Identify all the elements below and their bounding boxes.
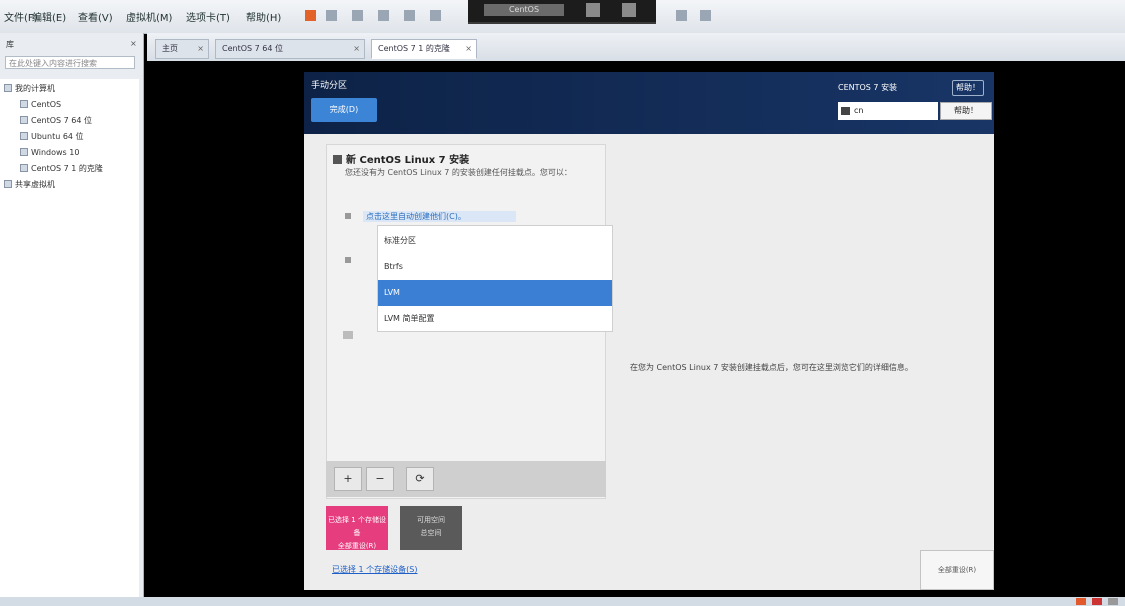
tree-item-vm[interactable]: CentOS <box>20 99 61 111</box>
tree-item-vm[interactable]: CentOS 7 64 位 <box>20 115 92 127</box>
reset-all-button[interactable]: 全部重设(R) <box>920 550 994 590</box>
partition-scheme-dropdown[interactable]: 标准分区 Btrfs LVM LVM 简单配置 <box>377 225 613 332</box>
remove-mount-point-button[interactable]: − <box>366 467 394 491</box>
keyboard-layout-field[interactable]: cn <box>838 102 938 120</box>
add-mount-point-button[interactable]: + <box>334 467 362 491</box>
vm-icon <box>20 132 28 140</box>
vm-icon <box>20 164 28 172</box>
library-search-input[interactable]: 在此处键入内容进行搜索 <box>5 56 135 69</box>
menu-vm[interactable]: 虚拟机(M) <box>126 9 172 24</box>
menu-help[interactable]: 帮助(H) <box>246 9 281 24</box>
mount-point-toolbar: + − ⟳ <box>326 461 606 497</box>
stretch-icon[interactable] <box>700 10 711 21</box>
section-title[interactable]: 新 CentOS Linux 7 安装 <box>333 151 469 166</box>
tree-item-vm[interactable]: CentOS 7 1 的克隆 <box>20 163 103 175</box>
tree-item-shared[interactable]: 共享虚拟机 <box>4 179 55 191</box>
pause-icon[interactable] <box>305 10 316 21</box>
unity-icon[interactable] <box>430 10 441 21</box>
bullet-icon <box>345 257 351 263</box>
close-icon[interactable]: × <box>465 40 472 58</box>
minimize-icon[interactable] <box>586 3 600 17</box>
fullscreen-toolbar: CentOS <box>468 0 656 24</box>
computer-icon <box>4 84 12 92</box>
page-title: 手动分区 <box>311 81 348 91</box>
restore-icon[interactable] <box>622 3 636 17</box>
snapshot-icon[interactable] <box>352 10 363 21</box>
help-button-secondary[interactable]: 帮助！ <box>940 102 992 120</box>
close-icon[interactable]: × <box>130 39 137 48</box>
tree-item-my-computer[interactable]: 我的计算机 <box>4 83 55 95</box>
installer-window: 手动分区 完成(D) CENTOS 7 安装 帮助！ cn 帮助！ 新 Cent… <box>304 72 994 590</box>
installer-header: 手动分区 完成(D) CENTOS 7 安装 帮助！ cn 帮助！ <box>304 72 994 134</box>
close-icon[interactable]: × <box>197 40 204 58</box>
selected-storage-link[interactable]: 已选择 1 个存储设备(S) <box>332 564 418 575</box>
keyboard-icon <box>841 107 850 115</box>
network-status-icon[interactable] <box>1076 598 1086 605</box>
section-description: 您还没有为 CentOS Linux 7 的安装创建任何挂载点。您可以： <box>345 168 572 177</box>
tree-item-vm[interactable]: Ubuntu 64 位 <box>20 131 84 143</box>
mount-points-panel: 新 CentOS Linux 7 安装 您还没有为 CentOS Linux 7… <box>326 144 613 499</box>
console-view-icon[interactable] <box>676 10 687 21</box>
refresh-button[interactable]: ⟳ <box>406 467 434 491</box>
tab-home[interactable]: 主页 × <box>155 39 209 59</box>
mount-point-info-text: 在您为 CentOS Linux 7 安装创建挂载点后，您可在这里浏览它们的详细… <box>630 363 913 372</box>
vm-icon <box>20 116 28 124</box>
tab-strip: 主页 × CentOS 7 64 位 × CentOS 7 1 的克隆 × <box>147 33 1125 61</box>
status-bar <box>0 597 1125 606</box>
total-space-indicator: 可用空间 总空间 <box>400 506 462 550</box>
sound-status-icon[interactable] <box>1108 598 1118 605</box>
vm-icon <box>20 100 28 108</box>
vm-power-icon[interactable] <box>326 10 337 21</box>
menu-view[interactable]: 查看(V) <box>78 9 113 24</box>
bullet-icon <box>345 213 351 219</box>
tab-vm[interactable]: CentOS 7 64 位 × <box>215 39 365 59</box>
close-icon[interactable]: × <box>353 40 360 58</box>
encrypt-checkbox[interactable] <box>343 331 353 339</box>
help-button[interactable]: 帮助！ <box>952 80 984 96</box>
usb-status-icon[interactable] <box>1092 598 1102 605</box>
tab-vm-clone[interactable]: CentOS 7 1 的克隆 × <box>371 39 477 59</box>
dropdown-option-selected[interactable]: LVM <box>378 280 612 306</box>
vm-name-label: CentOS <box>484 4 564 16</box>
tree-item-vm[interactable]: Windows 10 <box>20 147 79 159</box>
library-title: 库 <box>6 40 14 49</box>
vm-icon <box>20 148 28 156</box>
available-space-indicator: 已选择 1 个存储设备 全部重设(R) <box>326 506 388 550</box>
done-button[interactable]: 完成(D) <box>311 98 377 122</box>
library-panel: 库 × 在此处键入内容进行搜索 我的计算机 CentOS CentOS 7 64… <box>0 33 144 606</box>
expand-icon <box>333 155 342 164</box>
shared-vm-icon <box>4 180 12 188</box>
dropdown-option[interactable]: Btrfs <box>378 254 612 280</box>
menu-edit[interactable]: 编辑(E) <box>32 9 66 24</box>
library-tree: 我的计算机 CentOS CentOS 7 64 位 Ubuntu 64 位 W… <box>0 79 139 599</box>
menu-tabs[interactable]: 选项卡(T) <box>186 9 230 24</box>
auto-create-link[interactable]: 点击这里自动创建他们(C)。 <box>363 211 516 222</box>
dropdown-option[interactable]: LVM 简单配置 <box>378 306 612 332</box>
snapshot-manager-icon[interactable] <box>378 10 389 21</box>
dropdown-option[interactable]: 标准分区 <box>378 228 612 254</box>
install-title: CENTOS 7 安装 <box>838 83 898 92</box>
fullscreen-icon[interactable] <box>404 10 415 21</box>
